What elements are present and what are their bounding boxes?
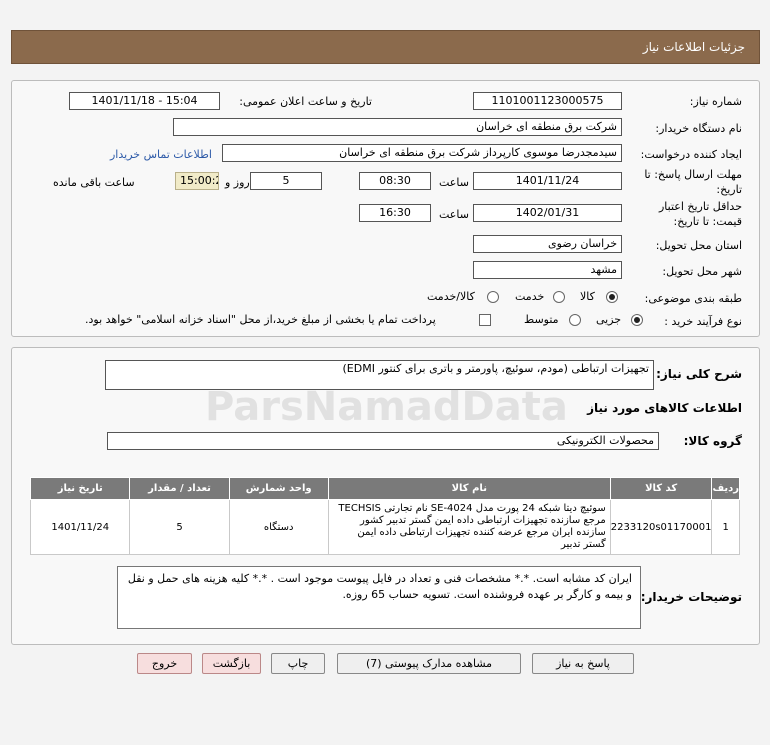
process-radio-minor[interactable] [631, 314, 643, 326]
col-header-name: نام کالا [327, 477, 611, 500]
cell-unit: دستگاه [228, 499, 329, 555]
table-row: 1 2233120s01170001 سوئیچ دیتا شبکه 24 پو… [29, 499, 740, 555]
back-button[interactable]: بازگشت [202, 653, 261, 674]
goods-table: ردیف کد کالا نام کالا واحد شمارش تعداد /… [29, 477, 740, 555]
validity-time-field: 16:30 [359, 204, 431, 222]
attachments-button[interactable]: مشاهده مدارک پیوستی (7) [337, 653, 521, 674]
province-label: استان محل تحویل: [655, 239, 742, 252]
cell-name: سوئیچ دیتا شبکه 24 پورت مدل SE-4024 نام … [327, 499, 611, 555]
announce-label: تاریخ و ساعت اعلان عمومی: [239, 95, 372, 108]
deadline-label-2: تاریخ: [716, 183, 742, 196]
summary-label: شرح کلی نیاز: [656, 367, 742, 381]
goods-group-label: گروه کالا: [683, 434, 742, 448]
process-label: نوع فرآیند خرید : [664, 315, 742, 328]
announce-field: 1401/11/18 - 15:04 [69, 92, 220, 110]
requester-field: سیدمجدرضا موسوی کارپرداز شرکت برق منطقه … [222, 144, 622, 162]
city-label: شهر محل تحویل: [662, 265, 742, 278]
reply-button[interactable]: پاسخ به نیاز [532, 653, 634, 674]
goods-info-title: اطلاعات کالاهای مورد نیاز [587, 401, 742, 415]
deadline-time-label: ساعت [439, 176, 469, 189]
need-number-field: 1101001123000575 [473, 92, 622, 110]
col-header-unit: واحد شمارش [228, 477, 329, 500]
province-field: خراسان رضوی [473, 235, 622, 253]
deadline-label: مهلت ارسال پاسخ: تا [644, 168, 742, 181]
treasury-checkbox[interactable] [479, 314, 491, 326]
days-field: 5 [250, 172, 322, 190]
buyer-contact-link[interactable]: اطلاعات تماس خریدار [110, 148, 212, 161]
goods-group-field: محصولات الکترونیکی [107, 432, 659, 450]
requester-label: ایجاد کننده درخواست: [640, 148, 742, 161]
process-radio-medium[interactable] [569, 314, 581, 326]
validity-label-2: قیمت: تا تاریخ: [673, 215, 742, 228]
treasury-note: پرداخت تمام یا بخشی از مبلغ خرید،از محل … [85, 313, 436, 326]
cell-date: 1401/11/24 [29, 499, 131, 555]
category-radio-goods[interactable] [606, 291, 618, 303]
exit-button[interactable]: خروج [137, 653, 192, 674]
buyer-notes-box: ایران کد مشابه است. *.* مشخصات فنی و تعد… [117, 566, 641, 629]
category-radio-both[interactable] [487, 291, 499, 303]
cell-row: 1 [711, 499, 740, 555]
category-option-service: خدمت [515, 290, 545, 303]
category-radio-service[interactable] [553, 291, 565, 303]
deadline-date-field: 1401/11/24 [473, 172, 622, 190]
cell-qty: 5 [129, 499, 230, 555]
buyer-field: شرکت برق منطقه ای خراسان [173, 118, 622, 136]
summary-field: تجهیزات ارتباطی (مودم، سوئیچ، پاورمتر و … [105, 360, 654, 390]
print-button[interactable]: چاپ [271, 653, 325, 674]
page-title: جزئیات اطلاعات نیاز [642, 40, 745, 54]
cell-code: 2233120s01170001 [609, 499, 713, 555]
col-header-qty: تعداد / مقدار [129, 477, 230, 500]
remaining-time-field: 15:00:20 [175, 172, 219, 190]
col-header-code: کد کالا [609, 477, 713, 500]
category-option-goods: کالا [580, 290, 595, 303]
process-option-minor: جزیی [596, 313, 622, 326]
header-bar: جزئیات اطلاعات نیاز [11, 30, 760, 64]
col-header-row: ردیف [711, 477, 740, 500]
col-header-date: تاریخ نیاز [29, 477, 131, 500]
category-label: طبقه بندی موضوعی: [644, 292, 742, 305]
category-option-both: کالا/خدمت [427, 290, 475, 303]
city-field: مشهد [473, 261, 622, 279]
validity-date-field: 1402/01/31 [473, 204, 622, 222]
buyer-notes-label: توضیحات خریدار: [640, 590, 742, 604]
validity-label: حداقل تاریخ اعتبار [658, 200, 742, 213]
validity-time-label: ساعت [439, 208, 469, 221]
days-label: روز و [225, 176, 250, 189]
need-number-label: شماره نیاز: [689, 95, 742, 108]
remaining-label: ساعت باقی مانده [53, 176, 135, 189]
page-background: جزئیات اطلاعات نیاز شماره نیاز: 11010011… [0, 0, 770, 745]
buyer-label: نام دستگاه خریدار: [655, 122, 742, 135]
deadline-time-field: 08:30 [359, 172, 431, 190]
process-option-medium: متوسط [524, 313, 559, 326]
